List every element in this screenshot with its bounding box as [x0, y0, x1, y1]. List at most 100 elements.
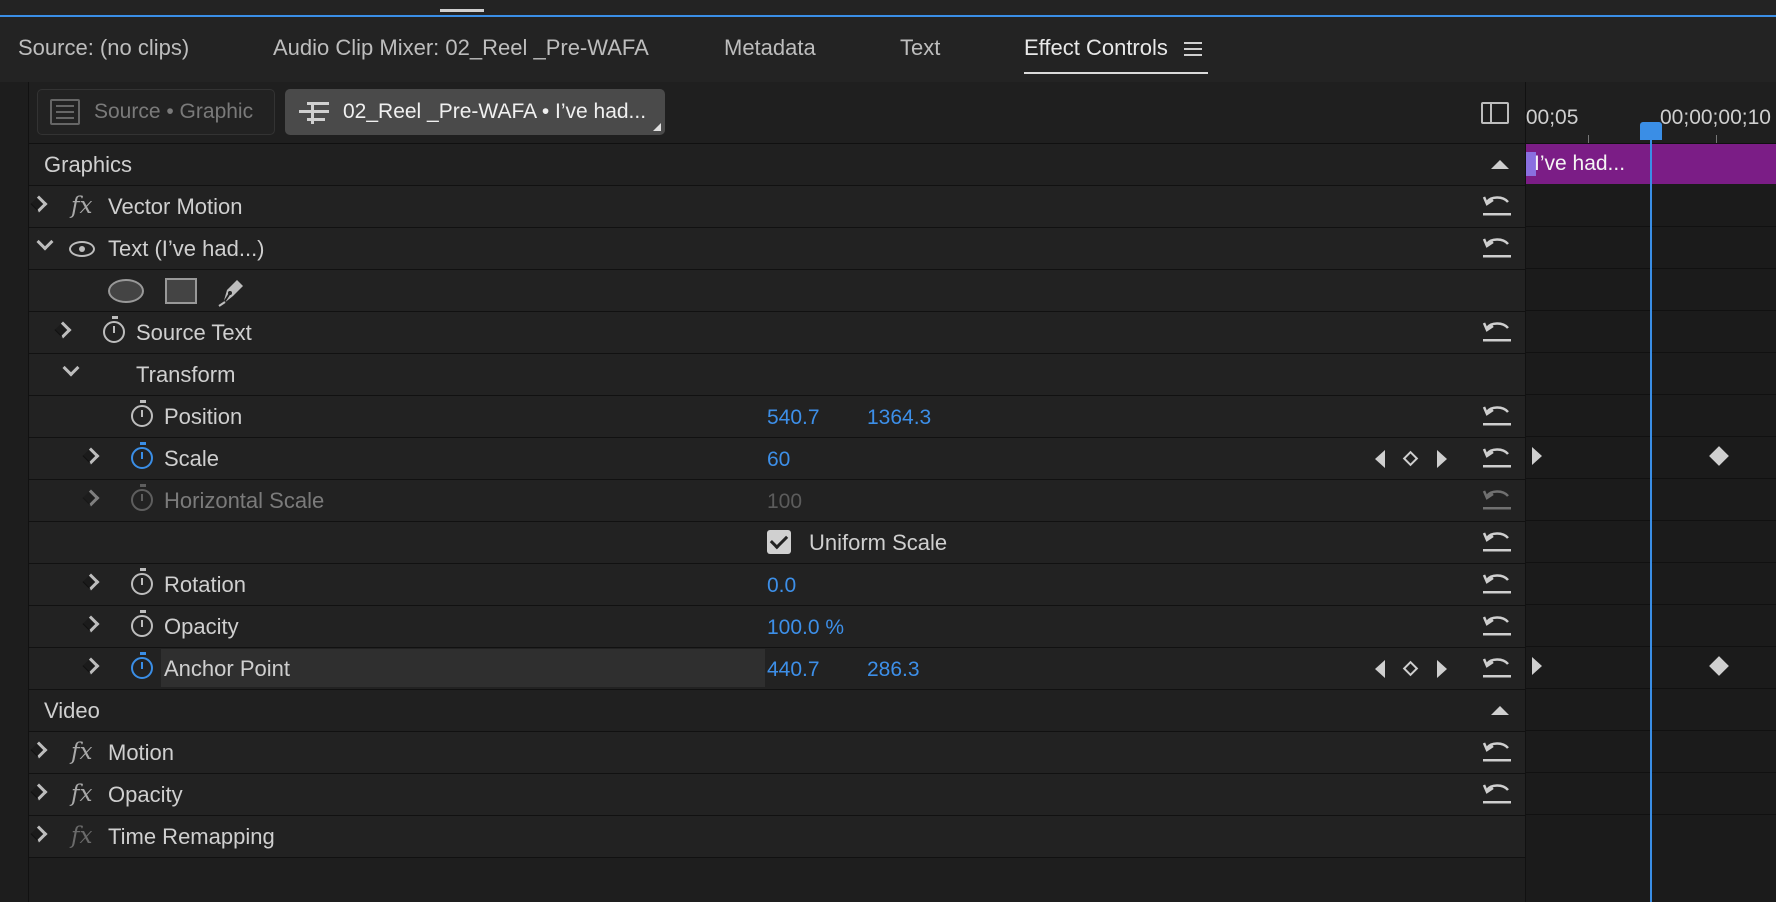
section-graphics[interactable]: Graphics: [29, 144, 1525, 186]
effect-row-text[interactable]: Text (I’ve had...): [29, 228, 1525, 270]
source-clip-button[interactable]: Source • Graphic: [37, 89, 275, 135]
next-keyframe-icon[interactable]: [1437, 450, 1447, 468]
reset-icon[interactable]: [1481, 405, 1513, 427]
effect-row-source-text[interactable]: Source Text: [29, 312, 1525, 354]
chevron-right-icon[interactable]: [82, 615, 100, 633]
panel-toggle-icon[interactable]: [1481, 102, 1509, 124]
chevron-right-icon[interactable]: [30, 195, 48, 213]
reset-icon[interactable]: [1481, 741, 1513, 763]
uniform-scale-checkbox[interactable]: [767, 530, 791, 554]
mini-timeline[interactable]: ;00;05 00;00;00;10 I’ve had...: [1525, 82, 1776, 902]
chevron-right-icon[interactable]: [82, 489, 100, 507]
fx-icon[interactable]: fx: [71, 778, 92, 810]
add-keyframe-icon[interactable]: [1402, 450, 1419, 467]
effect-label: Text (I’ve had...): [108, 236, 265, 261]
chevron-right-icon[interactable]: [82, 447, 100, 465]
property-row-horizontal-scale[interactable]: Horizontal Scale 100: [29, 480, 1525, 522]
chevron-right-icon[interactable]: [82, 657, 100, 675]
stopwatch-icon[interactable]: [131, 652, 153, 679]
dropdown-corner-icon: [653, 123, 661, 131]
sequence-icon: [299, 102, 329, 124]
tab-source[interactable]: Source: (no clips): [18, 28, 189, 68]
effect-row-opacity[interactable]: fx Opacity: [29, 774, 1525, 816]
chevron-right-icon[interactable]: [30, 741, 48, 759]
keyframe-icon[interactable]: [1709, 446, 1729, 466]
collapse-graphics-icon[interactable]: [1491, 160, 1509, 169]
keyframe-icon[interactable]: [1709, 656, 1729, 676]
effect-controls-list: Source • Graphic 02_Reel _Pre-WAFA • I’v…: [29, 82, 1525, 902]
previous-keyframe-icon[interactable]: [1375, 450, 1385, 468]
effect-row-vector-motion[interactable]: fx Vector Motion: [29, 186, 1525, 228]
menu-icon[interactable]: [1184, 42, 1202, 56]
pen-tool-icon[interactable]: [215, 274, 249, 308]
reset-icon[interactable]: [1481, 783, 1513, 805]
tab-effect-controls[interactable]: Effect Controls: [1024, 28, 1208, 74]
next-keyframe-icon[interactable]: [1437, 660, 1447, 678]
stopwatch-icon[interactable]: [131, 610, 153, 637]
chevron-down-icon[interactable]: [36, 233, 54, 251]
effect-label: Time Remapping: [108, 824, 275, 849]
rectangle-tool-icon[interactable]: [165, 278, 197, 304]
timeline-clip-label: I’ve had...: [1534, 152, 1626, 175]
effect-row-transform[interactable]: Transform: [29, 354, 1525, 396]
effect-rows: Graphics fx Vector Motion Text (I’ve had…: [29, 144, 1525, 858]
fx-icon[interactable]: fx: [71, 190, 92, 222]
rotation-value[interactable]: 0.0: [767, 564, 796, 608]
reset-icon[interactable]: [1481, 657, 1513, 679]
timecode-right: 00;00;00;10: [1660, 106, 1771, 129]
fx-icon[interactable]: fx: [71, 820, 92, 852]
keyframe-in-icon[interactable]: [1532, 657, 1542, 675]
playhead-line[interactable]: [1650, 134, 1652, 902]
position-y-value[interactable]: 1364.3: [867, 396, 931, 440]
keyframe-in-icon[interactable]: [1532, 447, 1542, 465]
property-row-opacity[interactable]: Opacity 100.0 %: [29, 606, 1525, 648]
sequence-clip-button[interactable]: 02_Reel _Pre-WAFA • I’ve had...: [285, 89, 665, 135]
property-row-rotation[interactable]: Rotation 0.0: [29, 564, 1525, 606]
tab-text[interactable]: Text: [900, 28, 940, 68]
eye-icon[interactable]: [69, 241, 95, 257]
reset-icon[interactable]: [1481, 195, 1513, 217]
reset-icon[interactable]: [1481, 447, 1513, 469]
chevron-right-icon[interactable]: [30, 783, 48, 801]
opacity-value[interactable]: 100.0 %: [767, 606, 844, 650]
anchor-x-value[interactable]: 440.7: [767, 648, 820, 692]
property-row-position[interactable]: Position 540.7 1364.3: [29, 396, 1525, 438]
collapse-video-icon[interactable]: [1491, 706, 1509, 715]
reset-icon[interactable]: [1481, 321, 1513, 343]
graphic-clip-icon: [50, 99, 80, 125]
property-label: Rotation: [164, 572, 246, 597]
property-row-anchor-point[interactable]: Anchor Point 440.7 286.3: [29, 648, 1525, 690]
chevron-right-icon[interactable]: [30, 825, 48, 843]
reset-icon[interactable]: [1481, 573, 1513, 595]
section-video[interactable]: Video: [29, 690, 1525, 732]
section-video-label: Video: [44, 698, 100, 723]
ellipse-tool-icon[interactable]: [108, 279, 144, 303]
reset-icon[interactable]: [1481, 237, 1513, 259]
position-x-value[interactable]: 540.7: [767, 396, 820, 440]
anchor-y-value[interactable]: 286.3: [867, 648, 920, 692]
chevron-right-icon[interactable]: [54, 321, 72, 339]
reset-icon[interactable]: [1481, 615, 1513, 637]
effect-row-time-remapping[interactable]: fx Time Remapping: [29, 816, 1525, 858]
fx-icon[interactable]: fx: [71, 736, 92, 768]
chevron-right-icon[interactable]: [82, 573, 100, 591]
tab-metadata[interactable]: Metadata: [724, 28, 816, 68]
property-row-scale[interactable]: Scale 60: [29, 438, 1525, 480]
effect-row-motion[interactable]: fx Motion: [29, 732, 1525, 774]
previous-keyframe-icon[interactable]: [1375, 660, 1385, 678]
playhead-handle[interactable]: [1640, 122, 1662, 140]
stopwatch-icon[interactable]: [131, 400, 153, 427]
chevron-down-icon[interactable]: [62, 359, 80, 377]
panel-grip[interactable]: [440, 9, 484, 12]
add-keyframe-icon[interactable]: [1402, 660, 1419, 677]
reset-icon[interactable]: [1481, 531, 1513, 553]
scale-value[interactable]: 60: [767, 438, 790, 482]
sequence-clip-label: 02_Reel _Pre-WAFA • I’ve had...: [343, 100, 647, 123]
tab-audio-clip-mixer[interactable]: Audio Clip Mixer: 02_Reel _Pre-WAFA: [273, 28, 649, 68]
effect-label: Motion: [108, 740, 175, 765]
stopwatch-icon[interactable]: [103, 316, 125, 343]
property-label: Scale: [164, 446, 220, 471]
stopwatch-icon[interactable]: [131, 568, 153, 595]
stopwatch-icon[interactable]: [131, 442, 153, 469]
property-label: Opacity: [164, 614, 239, 639]
